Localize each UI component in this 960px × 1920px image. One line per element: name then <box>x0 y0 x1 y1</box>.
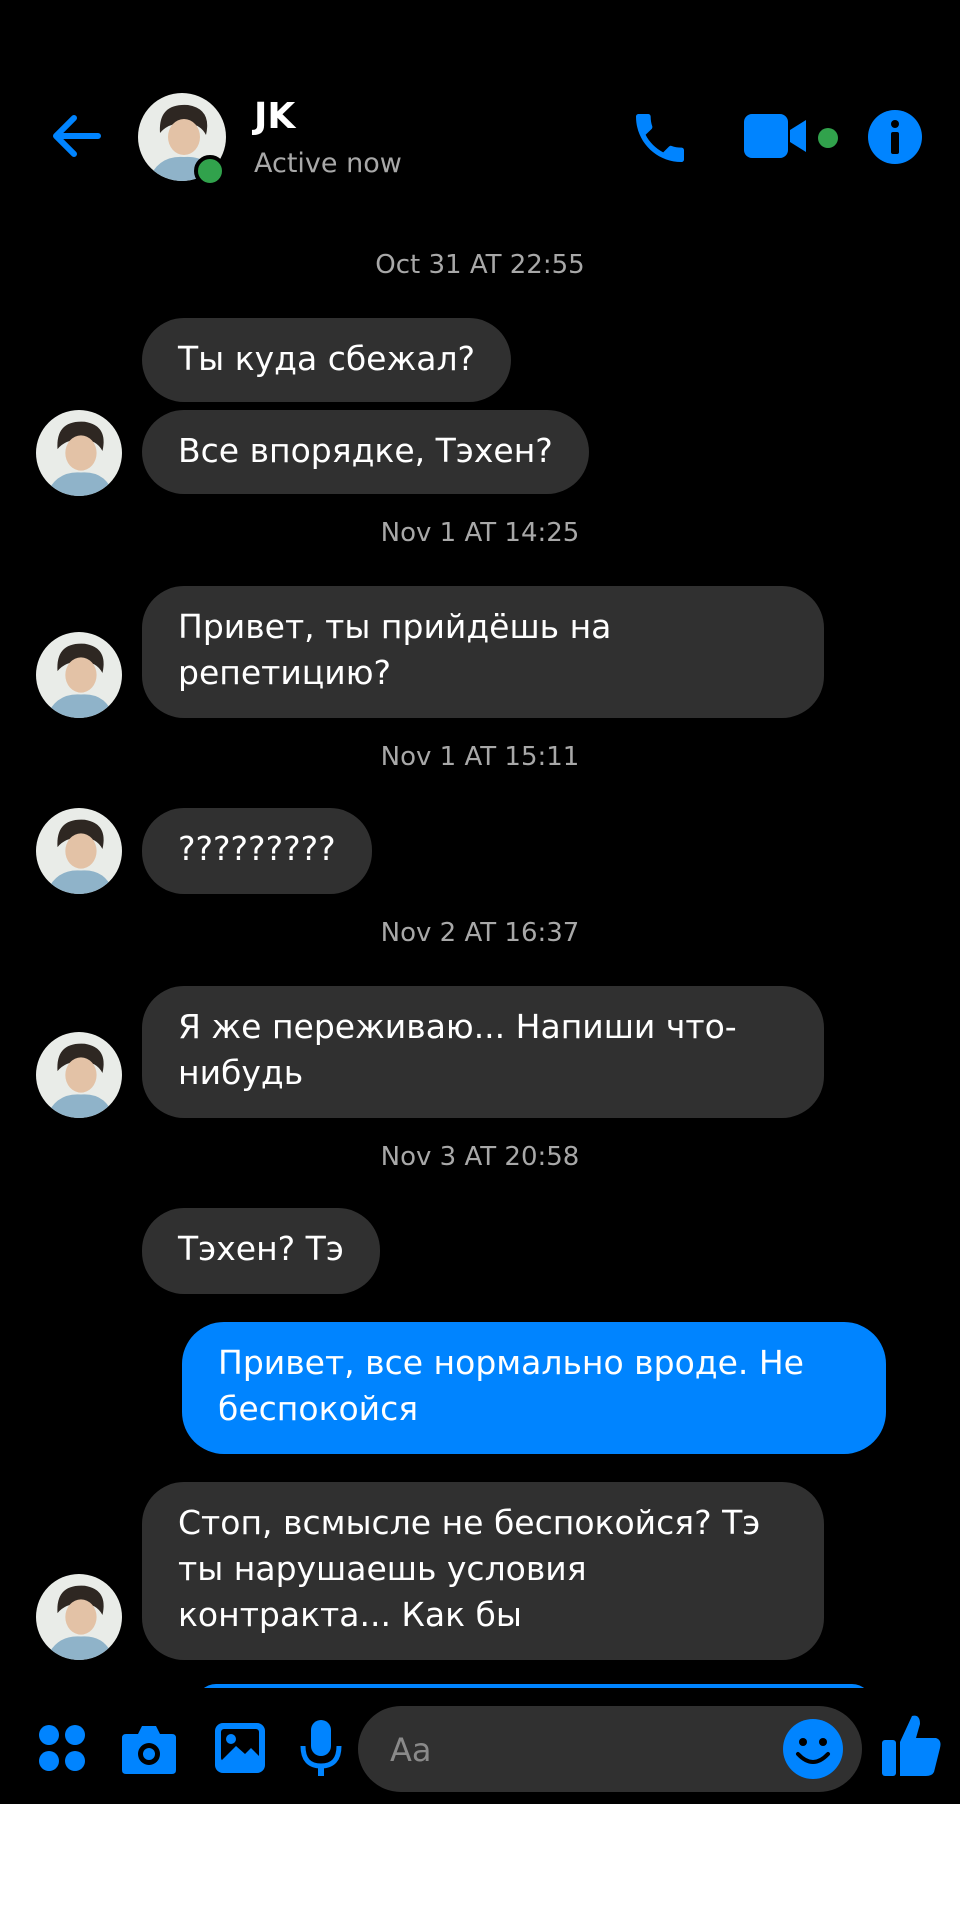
timestamp: Nov 2 AT 16:37 <box>380 918 580 948</box>
incoming-message[interactable]: Все впорядке, Тэхен? <box>142 410 589 494</box>
incoming-message[interactable]: Я же переживаю... Напиши что-нибудь <box>142 986 824 1118</box>
incoming-message[interactable]: Стоп, всмысле не беспокойся? Тэ ты наруш… <box>142 1482 824 1660</box>
timestamp: Nov 1 AT 15:11 <box>380 742 580 772</box>
avatar[interactable] <box>36 410 122 496</box>
microphone-icon[interactable] <box>300 1720 342 1778</box>
info-icon[interactable] <box>868 110 922 164</box>
contact-name[interactable]: JK <box>254 96 295 137</box>
emoji-icon[interactable] <box>782 1718 844 1780</box>
avatar[interactable] <box>36 1032 122 1118</box>
incoming-message[interactable]: ????????? <box>142 808 372 894</box>
thumbs-up-icon[interactable] <box>880 1712 942 1778</box>
incoming-message[interactable]: Ты куда сбежал? <box>142 318 512 402</box>
camera-icon[interactable] <box>120 1724 178 1774</box>
chat-screen: JK Active now Oct 31 AT 22:55 Ты куда сб… <box>0 0 960 1804</box>
avatar[interactable] <box>36 632 122 718</box>
incoming-message[interactable]: Тэхен? Тэ <box>142 1208 380 1294</box>
online-indicator <box>194 155 226 187</box>
avatar[interactable] <box>36 1574 122 1660</box>
incoming-message[interactable]: Привет, ты прийдёшь на репетицию? <box>142 586 824 718</box>
message-composer[interactable] <box>358 1706 862 1792</box>
contact-status: Active now <box>254 148 402 179</box>
timestamp: Nov 3 AT 20:58 <box>380 1142 580 1172</box>
outgoing-message[interactable]: Привет, все нормально вроде. Не беспокой… <box>182 1322 886 1454</box>
chat-header: JK Active now <box>0 0 960 230</box>
avatar[interactable] <box>36 808 122 894</box>
timestamp: Oct 31 AT 22:55 <box>375 250 585 280</box>
gallery-icon[interactable] <box>214 1722 266 1774</box>
phone-icon[interactable] <box>628 106 692 170</box>
video-active-dot <box>818 128 838 148</box>
composer-bar <box>0 1688 960 1804</box>
video-camera-icon[interactable] <box>744 112 810 160</box>
timestamp: Nov 1 AT 14:25 <box>380 518 580 548</box>
message-input[interactable] <box>388 1722 772 1778</box>
apps-icon[interactable] <box>38 1724 86 1772</box>
back-arrow-icon[interactable] <box>48 108 104 164</box>
